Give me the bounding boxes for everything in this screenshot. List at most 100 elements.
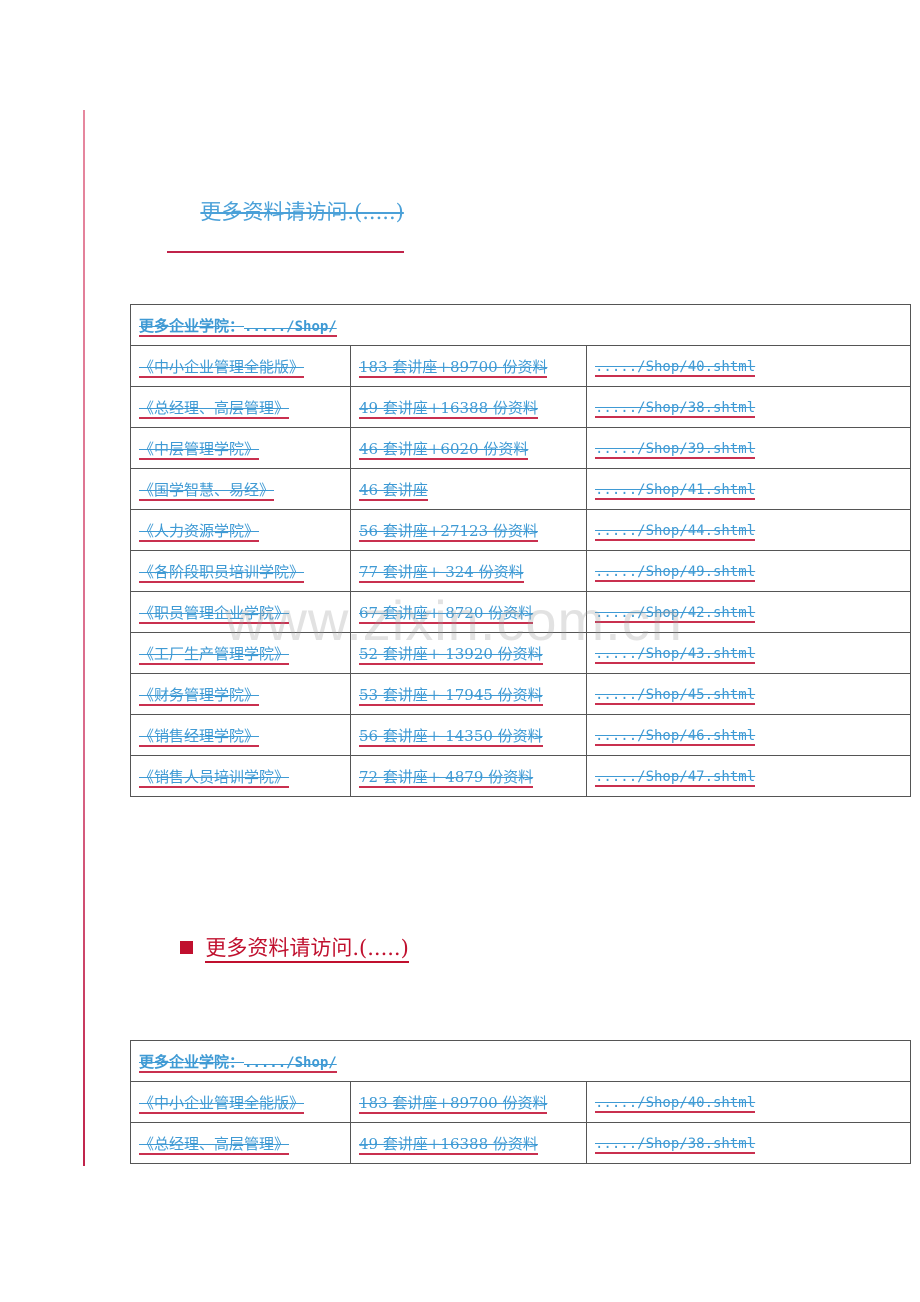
academy-name-link[interactable]: 《销售经理学院》: [139, 726, 260, 747]
heading-link-text[interactable]: 更多资料请访问.(.....): [200, 200, 403, 224]
table-row: 《中小企业管理全能版》 183 套讲座+89700 份资料 ...../Shop/4…: [130, 1081, 911, 1123]
table-row: 《销售人员培训学院》 72 套讲座+ 4879 份资料 ...../Shop/47.…: [130, 755, 911, 797]
table-row: 《总经理、高层管理》 49 套讲座+16388 份资料 ...../Shop/38.…: [130, 386, 911, 428]
cell-url: ...../Shop/38.shtml: [586, 386, 911, 428]
cell-name: 《人力资源学院》: [130, 509, 351, 551]
cell-name: 《职员管理企业学院》: [130, 591, 351, 633]
academy-name-link[interactable]: 《中小企业管理全能版》: [139, 357, 305, 378]
visit-more-heading-bottom[interactable]: 更多资料请访问.(.....): [167, 906, 409, 963]
cell-url: ...../Shop/42.shtml: [586, 591, 911, 633]
resource-count-link[interactable]: 49 套讲座+16388 份资料: [359, 1134, 538, 1155]
cell-count: 56 套讲座+27123 份资料: [350, 509, 587, 551]
cell-url: ...../Shop/39.shtml: [586, 427, 911, 469]
cell-name: 《中层管理学院》: [130, 427, 351, 469]
shop-url-link[interactable]: ...../Shop/38.shtml: [595, 400, 756, 418]
academy-name-link[interactable]: 《销售人员培训学院》: [139, 767, 290, 788]
shop-url-link[interactable]: ...../Shop/42.shtml: [595, 605, 756, 623]
cell-count: 46 套讲座+6020 份资料: [350, 427, 587, 469]
header-url: ...../Shop/: [244, 1054, 337, 1071]
academy-name-link[interactable]: 《工厂生产管理学院》: [139, 644, 290, 665]
resource-count-link[interactable]: 77 套讲座+ 324 份资料: [359, 562, 524, 583]
shop-home-link[interactable]: 更多企业学院：...../Shop/: [139, 316, 337, 337]
cell-count: 52 套讲座+ 13920 份资料: [350, 632, 587, 674]
academy-name-link[interactable]: 《总经理、高层管理》: [139, 398, 290, 419]
cell-url: ...../Shop/44.shtml: [586, 509, 911, 551]
cell-url: ...../Shop/46.shtml: [586, 714, 911, 756]
resource-count-link[interactable]: 53 套讲座+ 17945 份资料: [359, 685, 543, 706]
resource-count-link[interactable]: 72 套讲座+ 4879 份资料: [359, 767, 534, 788]
academy-name-link[interactable]: 《中层管理学院》: [139, 439, 260, 460]
resource-count-link[interactable]: 56 套讲座+ 14350 份资料: [359, 726, 543, 747]
shop-url-link[interactable]: ...../Shop/47.shtml: [595, 769, 756, 787]
square-bullet-icon: [180, 941, 194, 954]
cell-count: 77 套讲座+ 324 份资料: [350, 550, 587, 592]
academy-name-link[interactable]: 《中小企业管理全能版》: [139, 1093, 305, 1114]
resource-count-link[interactable]: 56 套讲座+27123 份资料: [359, 521, 538, 542]
cell-count: 183 套讲座+89700 份资料: [350, 345, 587, 387]
heading-underline: [167, 251, 404, 253]
cell-url: ...../Shop/47.shtml: [586, 755, 911, 797]
table-row: 《人力资源学院》 56 套讲座+27123 份资料 ...../Shop/44.sh…: [130, 509, 911, 551]
cell-name: 《财务管理学院》: [130, 673, 351, 715]
table-row: 《总经理、高层管理》 49 套讲座+16388 份资料 ...../Shop/38.…: [130, 1122, 911, 1164]
shop-url-link[interactable]: ...../Shop/43.shtml: [595, 646, 756, 664]
cell-count: 72 套讲座+ 4879 份资料: [350, 755, 587, 797]
cell-name: 《工厂生产管理学院》: [130, 632, 351, 674]
shop-home-link[interactable]: 更多企业学院：...../Shop/: [139, 1052, 337, 1073]
cell-name: 《国学智慧、易经》: [130, 468, 351, 510]
cell-name: 《总经理、高层管理》: [130, 386, 351, 428]
shop-url-link[interactable]: ...../Shop/39.shtml: [595, 441, 756, 459]
academy-name-link[interactable]: 《财务管理学院》: [139, 685, 260, 706]
table-header-row: 更多企业学院：...../Shop/: [130, 1040, 911, 1082]
academy-name-link[interactable]: 《人力资源学院》: [139, 521, 260, 542]
cell-count: 49 套讲座+16388 份资料: [350, 1122, 587, 1164]
table-row: 《国学智慧、易经》 46 套讲座 ...../Shop/41.shtml: [130, 468, 911, 510]
table-row: 《各阶段职员培训学院》 77 套讲座+ 324 份资料 ...../Shop/49.…: [130, 550, 911, 592]
table-row: 《中层管理学院》 46 套讲座+6020 份资料 ...../Shop/39.sht…: [130, 427, 911, 469]
cell-name: 《总经理、高层管理》: [130, 1122, 351, 1164]
cell-count: 49 套讲座+16388 份资料: [350, 386, 587, 428]
resource-count-link[interactable]: 49 套讲座+16388 份资料: [359, 398, 538, 419]
shop-url-link[interactable]: ...../Shop/49.shtml: [595, 564, 756, 582]
cell-url: ...../Shop/49.shtml: [586, 550, 911, 592]
shop-url-link[interactable]: ...../Shop/44.shtml: [595, 523, 756, 541]
resource-count-link[interactable]: 52 套讲座+ 13920 份资料: [359, 644, 543, 665]
academy-links-table-repeat: 更多企业学院：...../Shop/ 《中小企业管理全能版》 183 套讲座+897…: [130, 1040, 911, 1164]
shop-url-link[interactable]: ...../Shop/41.shtml: [595, 482, 756, 500]
header-label: 更多企业学院：: [139, 316, 245, 335]
cell-url: ...../Shop/38.shtml: [586, 1122, 911, 1164]
cell-name: 《中小企业管理全能版》: [130, 345, 351, 387]
header-cell: 更多企业学院：...../Shop/: [130, 304, 911, 346]
resource-count-link[interactable]: 183 套讲座+89700 份资料: [359, 357, 548, 378]
academy-name-link[interactable]: 《职员管理企业学院》: [139, 603, 290, 624]
visit-more-heading-top[interactable]: 更多资料请访问.(.....): [167, 170, 404, 254]
resource-count-link[interactable]: 183 套讲座+89700 份资料: [359, 1093, 548, 1114]
cell-url: ...../Shop/43.shtml: [586, 632, 911, 674]
cell-name: 《各阶段职员培训学院》: [130, 550, 351, 592]
resource-count-link[interactable]: 46 套讲座+6020 份资料: [359, 439, 529, 460]
cell-count: 56 套讲座+ 14350 份资料: [350, 714, 587, 756]
academy-name-link[interactable]: 《各阶段职员培训学院》: [139, 562, 305, 583]
cell-count: 67 套讲座+ 8720 份资料: [350, 591, 587, 633]
shop-url-link[interactable]: ...../Shop/46.shtml: [595, 728, 756, 746]
academy-name-link[interactable]: 《总经理、高层管理》: [139, 1134, 290, 1155]
resource-count-link[interactable]: 46 套讲座: [359, 480, 428, 501]
academy-name-link[interactable]: 《国学智慧、易经》: [139, 480, 275, 501]
cell-url: ...../Shop/40.shtml: [586, 345, 911, 387]
cell-name: 《销售经理学院》: [130, 714, 351, 756]
heading-link-text[interactable]: 更多资料请访问.(.....): [205, 936, 409, 963]
table-row: 《财务管理学院》 53 套讲座+ 17945 份资料 ...../Shop/45.s…: [130, 673, 911, 715]
heading-indent: [180, 200, 200, 224]
resource-count-link[interactable]: 67 套讲座+ 8720 份资料: [359, 603, 534, 624]
shop-url-link[interactable]: ...../Shop/40.shtml: [595, 359, 756, 377]
header-url: ...../Shop/: [244, 318, 337, 335]
cell-name: 《中小企业管理全能版》: [130, 1081, 351, 1123]
cell-count: 46 套讲座: [350, 468, 587, 510]
table-row: 《工厂生产管理学院》 52 套讲座+ 13920 份资料 ...../Shop/43…: [130, 632, 911, 674]
academy-links-table: 更多企业学院：...../Shop/ 《中小企业管理全能版》 183 套讲座+897…: [130, 304, 911, 797]
cell-url: ...../Shop/40.shtml: [586, 1081, 911, 1123]
shop-url-link[interactable]: ...../Shop/40.shtml: [595, 1095, 756, 1113]
shop-url-link[interactable]: ...../Shop/38.shtml: [595, 1136, 756, 1154]
shop-url-link[interactable]: ...../Shop/45.shtml: [595, 687, 756, 705]
header-cell: 更多企业学院：...../Shop/: [130, 1040, 911, 1082]
